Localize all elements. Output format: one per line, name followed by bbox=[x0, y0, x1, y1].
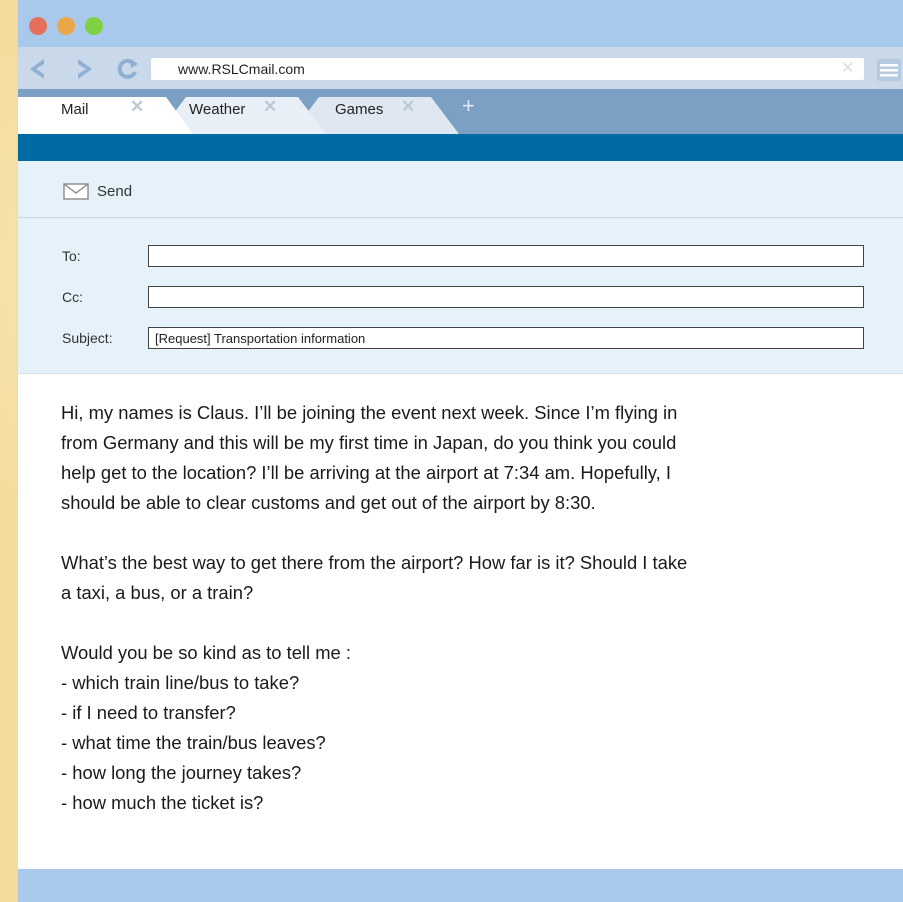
body-line: help get to the location? I’ll be arrivi… bbox=[61, 462, 671, 483]
maximize-window-button[interactable] bbox=[85, 17, 103, 35]
to-label: To: bbox=[62, 248, 81, 264]
body-line: a taxi, a bus, or a train? bbox=[61, 582, 254, 603]
subject-field[interactable] bbox=[148, 327, 864, 349]
to-field[interactable] bbox=[148, 245, 864, 267]
minimize-window-button[interactable] bbox=[57, 17, 75, 35]
body-list-item: - how much the ticket is? bbox=[61, 792, 264, 813]
address-bar-url: www.RSLCmail.com bbox=[178, 61, 305, 77]
reload-icon[interactable] bbox=[116, 56, 140, 82]
body-line: from Germany and this will be my first t… bbox=[61, 432, 677, 453]
body-list-item: - what time the train/bus leaves? bbox=[61, 732, 326, 753]
tab-mail-label: Mail bbox=[61, 101, 89, 118]
tab-games-close-icon[interactable]: ✕ bbox=[401, 97, 415, 117]
send-button[interactable] bbox=[63, 181, 89, 203]
app-header-strip bbox=[18, 134, 903, 161]
tab-mail-close-icon[interactable]: ✕ bbox=[130, 97, 144, 117]
compose-divider bbox=[18, 373, 903, 374]
back-arrow-icon[interactable] bbox=[26, 56, 48, 82]
forward-arrow-icon[interactable] bbox=[74, 56, 96, 82]
title-bar bbox=[18, 0, 903, 47]
tab-weather-label: Weather bbox=[189, 101, 246, 118]
body-line: Hi, my names is Claus. I’ll be joining t… bbox=[61, 402, 678, 423]
send-button-label[interactable]: Send bbox=[97, 183, 132, 200]
toolbar-divider bbox=[18, 217, 903, 218]
browser-window: www.RSLCmail.com ✕ Mail ✕ Weather ✕ Game… bbox=[17, 0, 903, 902]
status-bar bbox=[18, 869, 903, 902]
envelope-icon bbox=[63, 183, 89, 200]
close-window-button[interactable] bbox=[29, 17, 47, 35]
clear-url-icon[interactable]: ✕ bbox=[841, 58, 854, 78]
new-tab-icon[interactable]: + bbox=[462, 93, 475, 119]
tab-mail[interactable] bbox=[18, 89, 198, 134]
body-line: Would you be so kind as to tell me : bbox=[61, 642, 351, 663]
body-line: should be able to clear customs and get … bbox=[61, 492, 596, 513]
body-line: What’s the best way to get there from th… bbox=[61, 552, 688, 573]
cc-label: Cc: bbox=[62, 289, 83, 305]
cc-field[interactable] bbox=[148, 286, 864, 308]
subject-label: Subject: bbox=[62, 330, 113, 346]
body-list-item: - how long the journey takes? bbox=[61, 762, 302, 783]
body-list-item: - if I need to transfer? bbox=[61, 702, 236, 723]
menu-icon[interactable] bbox=[875, 59, 901, 81]
message-body[interactable]: Hi, my names is Claus. I’ll be joining t… bbox=[61, 398, 881, 818]
tab-games-label: Games bbox=[335, 101, 384, 118]
body-list-item: - which train line/bus to take? bbox=[61, 672, 300, 693]
tab-weather-close-icon[interactable]: ✕ bbox=[263, 97, 277, 117]
